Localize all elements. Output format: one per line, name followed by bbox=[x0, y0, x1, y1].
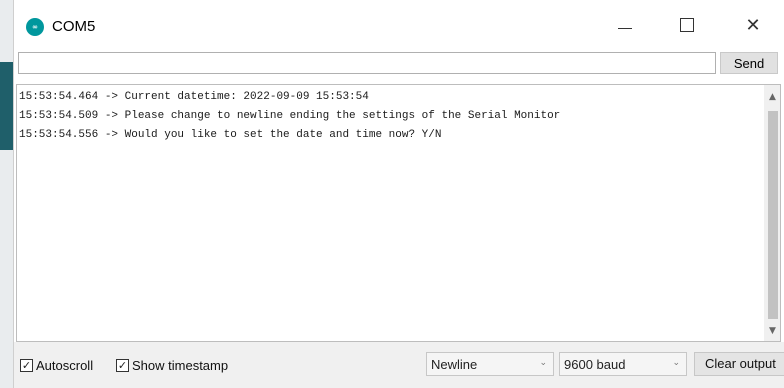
show-timestamp-toggle[interactable]: ✓ Show timestamp bbox=[116, 356, 228, 374]
minimize-button[interactable] bbox=[602, 0, 648, 50]
scroll-thumb[interactable] bbox=[768, 111, 778, 319]
show-timestamp-label: Show timestamp bbox=[132, 357, 229, 373]
output-scrollbar[interactable]: ▲ ▼ bbox=[764, 84, 781, 342]
clear-output-button[interactable]: Clear output bbox=[694, 352, 784, 376]
chevron-down-icon: ⌄ bbox=[539, 358, 547, 368]
serial-monitor-window: ∞ COM5 ✕ Send 15:53:54.464 -> Current da… bbox=[13, 0, 784, 388]
check-icon: ✓ bbox=[117, 358, 128, 372]
autoscroll-label: Autoscroll bbox=[36, 357, 94, 373]
output-line: 15:53:54.464 -> Current datetime: 2022-0… bbox=[19, 91, 369, 103]
arduino-app-icon: ∞ bbox=[26, 18, 44, 36]
minimize-icon bbox=[618, 27, 632, 29]
bottom-toolbar: ✓ Autoscroll ✓ Show timestamp Newline ⌄ … bbox=[14, 342, 784, 388]
background-accent bbox=[0, 62, 14, 150]
close-button[interactable]: ✕ bbox=[730, 0, 776, 50]
maximize-button[interactable] bbox=[664, 0, 710, 50]
serial-output-area[interactable]: 15:53:54.464 -> Current datetime: 2022-0… bbox=[16, 84, 764, 342]
baud-rate-value: 9600 baud bbox=[564, 357, 626, 372]
scroll-up-icon[interactable]: ▲ bbox=[764, 89, 781, 105]
send-row: Send bbox=[18, 52, 781, 78]
chevron-down-icon: ⌄ bbox=[672, 358, 680, 368]
output-line: 15:53:54.556 -> Would you like to set th… bbox=[19, 129, 442, 141]
window-title: COM5 bbox=[52, 18, 96, 35]
autoscroll-toggle[interactable]: ✓ Autoscroll bbox=[20, 356, 93, 374]
show-timestamp-checkbox[interactable]: ✓ bbox=[116, 358, 129, 372]
line-ending-value: Newline bbox=[431, 357, 478, 372]
title-bar[interactable]: ∞ COM5 ✕ bbox=[14, 0, 784, 50]
output-line: 15:53:54.509 -> Please change to newline… bbox=[19, 110, 561, 122]
maximize-icon bbox=[680, 18, 694, 32]
close-icon: ✕ bbox=[745, 14, 761, 36]
serial-input-field[interactable] bbox=[18, 52, 716, 74]
autoscroll-checkbox[interactable]: ✓ bbox=[20, 358, 33, 372]
line-ending-select[interactable]: Newline ⌄ bbox=[426, 352, 554, 376]
check-icon: ✓ bbox=[21, 358, 32, 372]
baud-rate-select[interactable]: 9600 baud ⌄ bbox=[559, 352, 687, 376]
send-button[interactable]: Send bbox=[720, 52, 778, 74]
scroll-down-icon[interactable]: ▼ bbox=[764, 323, 781, 339]
